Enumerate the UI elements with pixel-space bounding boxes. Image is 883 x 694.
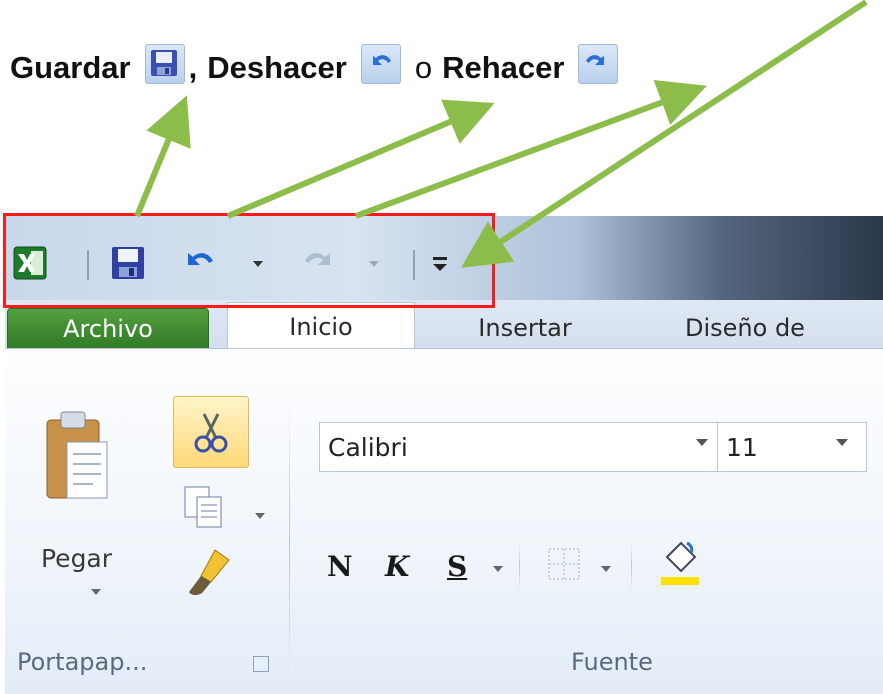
arrow-to-customize	[460, 0, 868, 268]
arrow-to-undo	[226, 99, 495, 219]
pointer-arrows	[134, 0, 868, 268]
arrow-to-save	[134, 95, 191, 218]
